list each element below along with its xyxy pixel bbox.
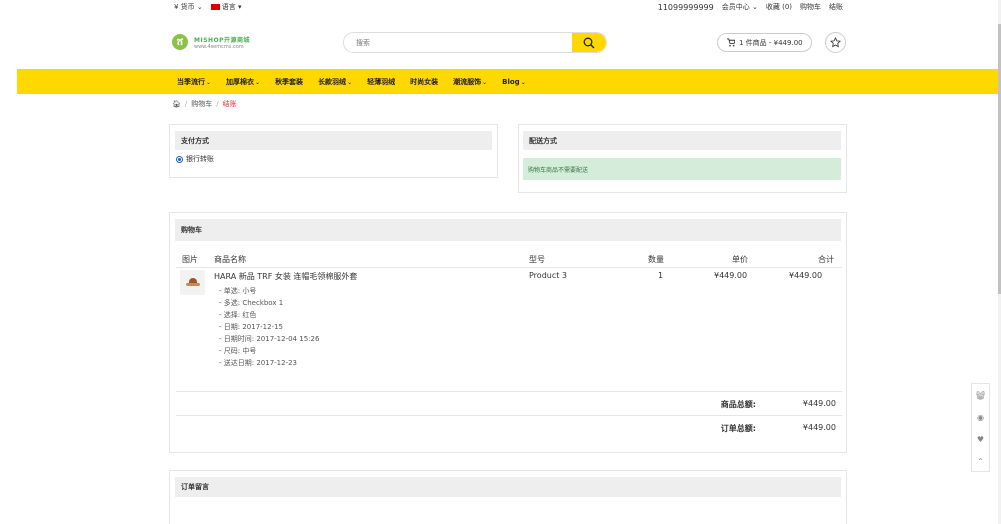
order-comment-title: 订单留言	[175, 477, 841, 497]
chevron-down-icon: ⌄	[751, 3, 758, 11]
order-total-label: 订单总额:	[720, 424, 756, 433]
col-total: 合计	[818, 255, 834, 264]
product-model: Product 3	[529, 271, 568, 280]
checkout-link[interactable]: 结账	[829, 2, 843, 12]
nav-item-qingbo[interactable]: 轻薄羽绒	[367, 77, 395, 87]
currency-selector[interactable]: ¥ 货币 ⌄	[174, 2, 203, 12]
member-center-link[interactable]: 会员中心 ⌄	[722, 2, 758, 12]
cart-panel: 购物车 图片 商品名称 型号 数量 单价 合计 HARA 新品 TRF 女装 连…	[169, 212, 847, 453]
breadcrumb-cart[interactable]: 购物车	[191, 99, 212, 109]
basket-icon[interactable]: 🧺︎	[972, 384, 989, 406]
cart-link[interactable]: 购物车	[800, 2, 821, 12]
logo-icon: ሸ	[172, 34, 188, 50]
nav-item-blog[interactable]: Blog⌄	[502, 78, 526, 86]
star-icon	[830, 37, 841, 48]
cart-table-header: 图片 商品名称 型号 数量 单价 合计	[170, 249, 846, 269]
nav-item-qiuji[interactable]: 秋季套装	[275, 77, 303, 87]
col-image: 图片	[182, 255, 198, 264]
phone-number: 11099999999	[657, 2, 714, 12]
main-nav: 当季流行⌄ 加厚棉衣⌄ 秋季套装 长款羽绒⌄ 轻薄羽绒 时尚女装 潮流服饰⌄ B…	[17, 69, 1001, 94]
search-input[interactable]	[344, 33, 574, 52]
payment-method-title: 支付方式	[175, 131, 492, 150]
heart-icon[interactable]: ♥	[972, 428, 989, 450]
header: ሸ MISHOP开源商城 www.4semcms.com 1 件商品 - ¥44…	[0, 26, 1001, 66]
search-button[interactable]	[572, 33, 606, 52]
hat-image	[185, 278, 200, 287]
cart-title: 购物车	[175, 219, 841, 241]
col-name: 商品名称	[214, 255, 246, 264]
search-icon	[583, 37, 595, 48]
breadcrumb: 🏠︎ / 购物车 / 结账	[172, 99, 237, 109]
chevron-down-icon: ⌄	[255, 78, 261, 86]
cart-icon	[726, 38, 735, 47]
chevron-down-icon: ⌄	[196, 3, 203, 11]
subtotal-label: 商品总额:	[720, 400, 756, 409]
col-unit-price: 单价	[732, 255, 748, 264]
product-qty: 1	[658, 271, 664, 280]
subtotal-row: 商品总额: ¥449.00	[170, 393, 846, 415]
col-qty: 数量	[648, 255, 664, 264]
subtotal-value: ¥449.00	[802, 399, 836, 408]
shipping-method-title: 配送方式	[523, 131, 841, 150]
search-bar	[343, 32, 607, 53]
chevron-down-icon: ⌄	[347, 78, 353, 86]
language-selector[interactable]: 语言 ▾	[210, 2, 242, 12]
nav-item-chaoliu[interactable]: 潮流服饰⌄	[453, 77, 487, 87]
breadcrumb-checkout[interactable]: 结账	[223, 99, 237, 109]
header-cart-button[interactable]: 1 件商品 - ¥449.00	[717, 33, 812, 52]
payment-method-panel: 支付方式 银行转账	[169, 124, 498, 178]
chevron-down-icon: ⌄	[206, 78, 212, 86]
home-icon[interactable]: 🏠︎	[172, 100, 181, 108]
radio-selected[interactable]	[176, 155, 183, 163]
shipping-method-panel: 配送方式 购物车商品不需要配送	[518, 124, 847, 193]
china-flag-icon	[210, 4, 220, 10]
col-model: 型号	[529, 255, 545, 264]
product-name[interactable]: HARA 新品 TRF 女装 连帽毛领棉服外套	[214, 271, 357, 282]
product-unit-price: ¥449.00	[714, 271, 748, 280]
shipping-notice: 购物车商品不需要配送	[523, 158, 841, 180]
order-total-row: 订单总额: ¥449.00	[170, 417, 846, 439]
logo-url: www.4semcms.com	[194, 43, 244, 50]
product-total: ¥449.00	[789, 271, 823, 280]
back-to-top-icon[interactable]: ⌃	[972, 450, 989, 472]
chevron-down-icon: ⌄	[482, 78, 488, 86]
cart-summary: 1 件商品 - ¥449.00	[739, 38, 803, 47]
product-thumbnail[interactable]	[180, 270, 205, 295]
site-logo[interactable]: ሸ MISHOP开源商城 www.4semcms.com	[172, 34, 250, 50]
chevron-down-icon: ⌄	[520, 78, 526, 86]
nav-item-jiahou[interactable]: 加厚棉衣⌄	[226, 77, 260, 87]
nav-item-changkuan[interactable]: 长款羽绒⌄	[318, 77, 352, 87]
product-options: - 单选: 小号 - 多选: Checkbox 1 - 选择: 红色 - 日期:…	[219, 287, 320, 367]
nav-item-dangji[interactable]: 当季流行⌄	[177, 77, 211, 87]
nav-item-shishang[interactable]: 时尚女装	[410, 77, 438, 87]
payment-option-bank-transfer[interactable]: 银行转账	[176, 154, 491, 164]
order-comment-panel: 订单留言	[169, 470, 847, 524]
logo-title: MISHOP开源商城	[194, 36, 251, 44]
favorites-link[interactable]: 收藏 (0)	[766, 2, 792, 12]
caret-down-icon: ▾	[238, 3, 242, 11]
order-total-value: ¥449.00	[802, 423, 836, 432]
top-bar: ¥ 货币 ⌄ 语言 ▾ 11099999999 会员中心 ⌄ 收藏 (0) 购物…	[0, 0, 1001, 14]
user-icon[interactable]: ◉	[972, 406, 989, 428]
wishlist-button[interactable]	[825, 32, 846, 53]
side-toolbar: 🧺︎ ◉ ♥ ⌃	[971, 383, 990, 472]
